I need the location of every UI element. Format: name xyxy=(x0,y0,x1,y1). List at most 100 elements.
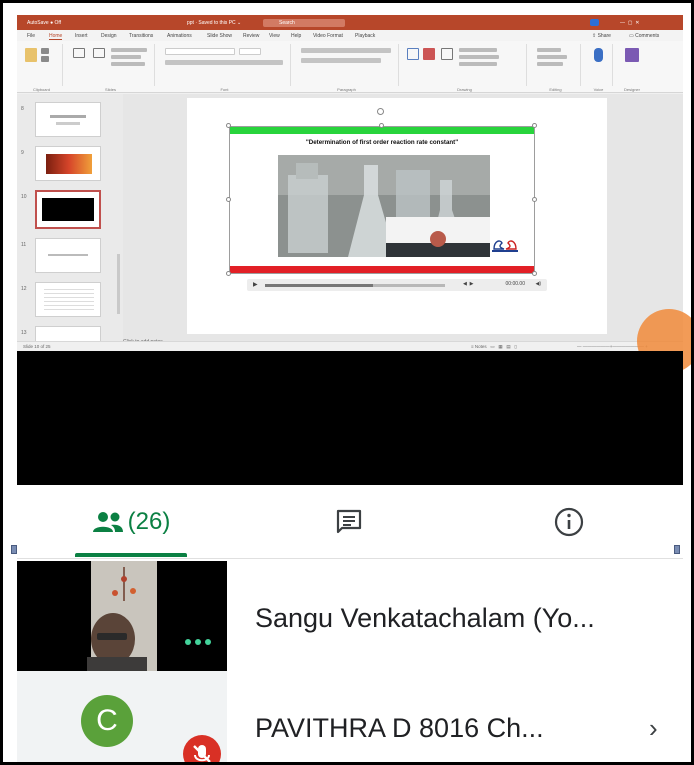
align-buttons[interactable] xyxy=(301,58,381,63)
participant-row[interactable]: C PAVITHRA D 8016 Ch... › xyxy=(17,671,683,762)
tab-insert[interactable]: Insert xyxy=(75,33,88,39)
video-green-band xyxy=(230,127,534,134)
meet-panel-tabs: (26) xyxy=(17,485,683,559)
tab-transitions[interactable]: Transitions xyxy=(129,33,153,39)
more-dots-icon[interactable] xyxy=(185,639,211,645)
shape-fill-menu[interactable] xyxy=(459,48,497,52)
resize-handle[interactable] xyxy=(226,271,231,276)
chat-icon xyxy=(336,509,362,534)
embedded-video[interactable]: "Determination of first order reaction r… xyxy=(229,126,535,274)
screenshot-frame: AutoSave ● Off ppt · Saved to this PC ⌄ … xyxy=(0,0,694,765)
tab-view[interactable]: View xyxy=(269,33,280,39)
share-button[interactable]: ⇪ Share xyxy=(592,33,611,39)
window-edge-handle[interactable] xyxy=(11,545,17,554)
thumbnails-scrollbar[interactable] xyxy=(117,254,120,314)
video-player-controls: ▶ ◀ ▶ 00:00.00 ◀) xyxy=(247,279,547,291)
video-progress-track[interactable] xyxy=(265,284,445,287)
swan-logo-icon xyxy=(492,240,518,252)
comments-button[interactable]: ▭ Comments xyxy=(629,33,659,39)
new-slide-icon[interactable] xyxy=(73,48,85,58)
font-size-select[interactable] xyxy=(239,48,261,55)
autosave-label: AutoSave ● Off xyxy=(27,20,62,26)
tab-help[interactable]: Help xyxy=(291,33,301,39)
view-buttons[interactable]: ≡ Notes ▭ ▦ ▤ ▯ xyxy=(471,344,517,350)
window-controls[interactable]: — ▢ ✕ xyxy=(620,20,639,26)
tab-people[interactable]: (26) xyxy=(75,485,187,559)
slide-thumbnail[interactable] xyxy=(35,102,101,137)
thumb-number: 13 xyxy=(21,330,27,336)
tab-playback[interactable]: Playback xyxy=(355,33,375,39)
quick-styles-icon[interactable] xyxy=(441,48,453,60)
ribbon-group-clipboard: Clipboard xyxy=(21,44,63,92)
paste-icon[interactable] xyxy=(25,48,37,62)
tab-video-format[interactable]: Video Format xyxy=(313,33,343,39)
video-red-band xyxy=(230,266,534,273)
slide-thumbnail[interactable] xyxy=(35,282,101,317)
replace-button[interactable] xyxy=(537,55,567,59)
tab-slide-show[interactable]: Slide Show xyxy=(207,33,232,39)
presentation-letterbox xyxy=(17,351,683,485)
ribbon-group-label: Voice xyxy=(593,87,604,92)
copy-icon[interactable] xyxy=(41,56,49,62)
slide-thumbnail[interactable] xyxy=(35,238,101,273)
participant-video-frame xyxy=(17,561,227,671)
cut-icon[interactable] xyxy=(41,48,49,54)
thumb-number: 11 xyxy=(21,242,27,248)
reuse-slides-icon[interactable] xyxy=(93,48,105,58)
ppt-file-name: ppt · Saved to this PC ⌄ xyxy=(187,20,242,26)
ribbon-group-label: Clipboard xyxy=(32,87,51,92)
ribbon-group-label: Drawing xyxy=(457,87,472,92)
resize-handle[interactable] xyxy=(532,123,537,128)
ribbon-group-paragraph: Paragraph xyxy=(295,44,399,92)
tab-review[interactable]: Review xyxy=(243,33,259,39)
play-icon[interactable]: ▶ xyxy=(253,281,258,288)
arrange-icon[interactable] xyxy=(423,48,435,60)
ribbon-group-slides: Slides xyxy=(67,44,155,92)
slide-thumbnail[interactable] xyxy=(35,146,101,181)
thumb-number: 12 xyxy=(21,286,27,292)
ribbon-group-label: Paragraph xyxy=(337,87,356,92)
ribbon-group-voice: Voice xyxy=(585,44,613,92)
mic-off-icon xyxy=(183,735,221,762)
rotate-handle[interactable] xyxy=(377,108,384,115)
shape-effects-menu[interactable] xyxy=(459,62,497,66)
resize-handle[interactable] xyxy=(226,123,231,128)
resize-handle[interactable] xyxy=(226,197,231,202)
ribbon-group-label: Font xyxy=(220,87,229,92)
window-edge-handle[interactable] xyxy=(674,545,680,554)
ppt-status-bar: Slide 10 of 25 ≡ Notes ▭ ▦ ▤ ▯ — ——————+… xyxy=(17,341,683,351)
shapes-icon[interactable] xyxy=(407,48,419,60)
select-button[interactable] xyxy=(537,62,563,66)
shape-outline-menu[interactable] xyxy=(459,55,499,59)
design-ideas-icon[interactable] xyxy=(625,48,639,62)
list-buttons[interactable] xyxy=(301,48,391,53)
tab-home[interactable]: Home xyxy=(49,33,63,40)
participant-row[interactable]: Sangu Venkatachalam (Yo... xyxy=(17,561,683,671)
avatar: C xyxy=(81,695,133,747)
tab-file[interactable]: File xyxy=(27,33,35,39)
resize-handle[interactable] xyxy=(532,271,537,276)
skip-icons[interactable]: ◀ ▶ xyxy=(463,281,473,287)
tab-animations[interactable]: Animations xyxy=(167,33,192,39)
chevron-right-icon[interactable]: › xyxy=(649,713,658,744)
resize-handle[interactable] xyxy=(532,197,537,202)
volume-icon[interactable]: ◀) xyxy=(535,281,541,287)
find-button[interactable] xyxy=(537,48,561,52)
ribbon-group-drawing: Drawing xyxy=(403,44,527,92)
tab-design[interactable]: Design xyxy=(101,33,117,39)
section-menu[interactable] xyxy=(111,62,145,66)
ppt-ribbon: Clipboard Slides Font Paragraph Drawing … xyxy=(17,41,683,93)
layout-menu[interactable] xyxy=(111,48,147,52)
slide-thumbnail-selected[interactable] xyxy=(35,190,101,229)
font-name-select[interactable] xyxy=(165,48,235,55)
font-format-buttons[interactable] xyxy=(165,60,283,65)
tab-chat[interactable] xyxy=(317,485,381,559)
video-time: 00:00.00 xyxy=(505,281,525,287)
active-tab-indicator xyxy=(75,553,187,557)
thumb-number: 10 xyxy=(21,194,27,200)
dictate-icon[interactable] xyxy=(594,48,603,62)
ppt-search-box[interactable] xyxy=(263,19,345,27)
tab-info[interactable] xyxy=(537,485,601,559)
resize-handle[interactable] xyxy=(379,123,384,128)
reset-menu[interactable] xyxy=(111,55,141,59)
